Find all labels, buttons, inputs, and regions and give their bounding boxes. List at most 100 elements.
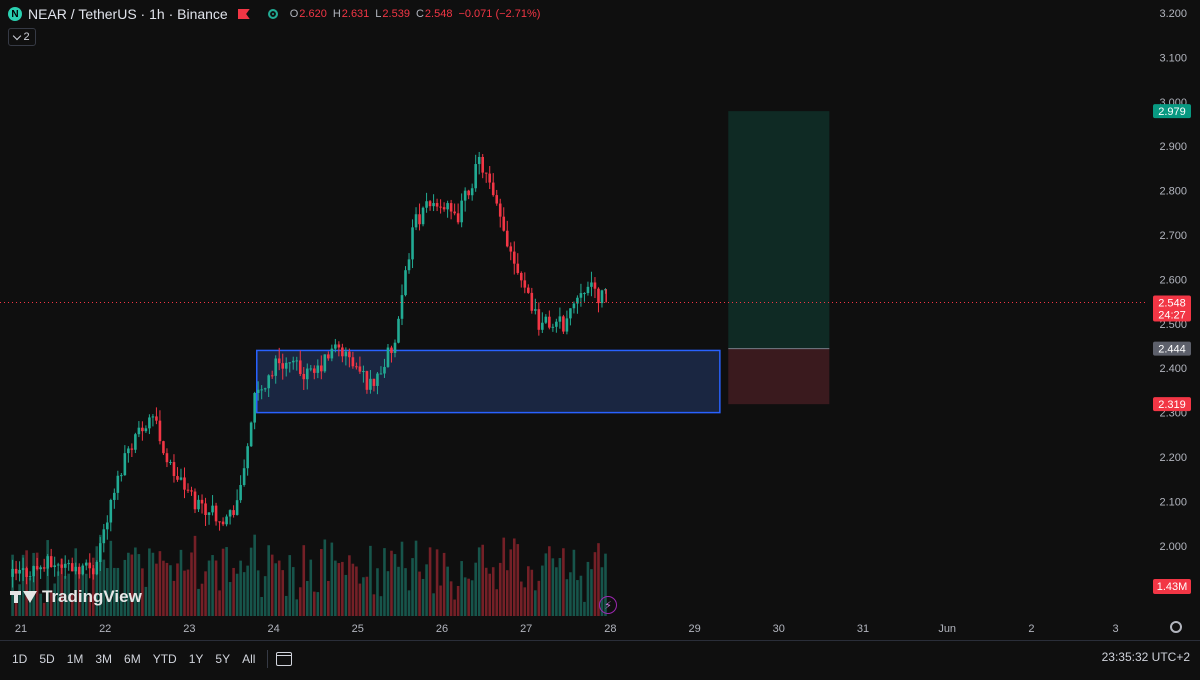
candle-body bbox=[305, 368, 309, 380]
candle-body bbox=[593, 282, 597, 289]
chart-pane[interactable]: 3.200 3.100 3.000 2.900 2.800 2.700 2.600 2.500… bbox=[0, 0, 1200, 675]
range-5d-button[interactable]: 5D bbox=[35, 652, 58, 666]
volume-bar bbox=[190, 552, 193, 616]
candle-body bbox=[397, 318, 400, 343]
volume-bar bbox=[316, 592, 320, 616]
volume-bar bbox=[155, 563, 158, 616]
volume-bar bbox=[558, 558, 562, 616]
candle-body bbox=[344, 351, 348, 357]
candle-body bbox=[193, 491, 197, 510]
symbol-title[interactable]: NEAR / TetherUS · 1h · Binance bbox=[28, 6, 228, 22]
candle-body bbox=[519, 272, 523, 281]
time-tick-label: 22 bbox=[99, 623, 111, 635]
symbol-header[interactable]: N NEAR / TetherUS · 1h · Binance O2.620 … bbox=[8, 6, 540, 22]
volume-bar bbox=[144, 586, 148, 616]
ohlc-values: O2.620 H2.631 L2.539 C2.548 −0.071 (−2.7… bbox=[290, 8, 541, 20]
candle-body bbox=[106, 522, 109, 530]
volume-bar bbox=[341, 561, 344, 616]
volume-bar bbox=[263, 576, 267, 616]
price-tick-label: 2.700 bbox=[1159, 230, 1187, 242]
candle-body bbox=[141, 427, 144, 432]
calendar-range-icon[interactable] bbox=[276, 651, 293, 666]
candle-body bbox=[372, 378, 376, 386]
candle-body bbox=[130, 448, 134, 450]
target-zone bbox=[728, 111, 830, 349]
volume-bar bbox=[351, 563, 355, 616]
time-tick-label: 27 bbox=[520, 623, 532, 635]
clock-display[interactable]: 23:35:32 UTC+2 bbox=[1102, 650, 1190, 664]
lightning-icon[interactable]: ⚡ bbox=[599, 596, 617, 614]
volume-bar bbox=[281, 570, 285, 616]
candle-body bbox=[523, 280, 527, 288]
gear-icon[interactable] bbox=[1170, 621, 1182, 633]
candle-body bbox=[109, 499, 113, 523]
candle-body bbox=[393, 342, 397, 353]
candle-body bbox=[35, 566, 39, 570]
volume-bar bbox=[260, 596, 263, 616]
candle-body bbox=[11, 568, 14, 577]
candle-body bbox=[277, 358, 281, 364]
candle-body bbox=[218, 521, 221, 523]
volume-bar bbox=[200, 583, 204, 616]
volume-bar bbox=[228, 582, 232, 616]
volume-bar bbox=[562, 548, 565, 616]
candle-body bbox=[562, 316, 565, 332]
candle-body bbox=[256, 389, 260, 393]
range-5y-button[interactable]: 5Y bbox=[211, 652, 234, 666]
tradingview-logo-icon bbox=[10, 589, 38, 605]
price-tags: 2.979 2.54824:27 2.444 2.319 1.43M bbox=[1153, 104, 1191, 594]
candle-body bbox=[190, 490, 193, 492]
candle-body bbox=[21, 568, 25, 570]
price-tick-label: 3.100 bbox=[1159, 52, 1187, 64]
volume-bar bbox=[509, 549, 513, 616]
volume-bar bbox=[474, 562, 477, 616]
candle-body bbox=[67, 563, 71, 565]
candle-body bbox=[221, 521, 225, 525]
candle-body bbox=[358, 366, 362, 372]
candle-body bbox=[134, 434, 137, 450]
volume-bar bbox=[172, 580, 176, 616]
time-tick-label: 23 bbox=[183, 623, 195, 635]
last-price-tag: 2.548 bbox=[1158, 297, 1186, 309]
candle-body bbox=[467, 190, 470, 196]
price-tick-label: 2.200 bbox=[1159, 452, 1187, 464]
range-6m-button[interactable]: 6M bbox=[120, 652, 145, 666]
candle-body bbox=[169, 462, 172, 464]
candle-body bbox=[355, 366, 358, 368]
volume-bar bbox=[390, 550, 393, 616]
price-axis[interactable]: 3.2003.1003.0002.9002.8002.7002.6002.500… bbox=[1159, 8, 1187, 553]
price-chart[interactable]: 3.2003.1003.0002.9002.8002.7002.6002.500… bbox=[0, 0, 1200, 675]
range-ytd-button[interactable]: YTD bbox=[149, 652, 181, 666]
candle-body bbox=[102, 529, 106, 544]
candle-body bbox=[421, 207, 425, 225]
flag-icon[interactable] bbox=[238, 9, 250, 19]
volume-bar bbox=[463, 577, 467, 616]
range-3m-button[interactable]: 3M bbox=[91, 652, 116, 666]
range-1m-button[interactable]: 1M bbox=[63, 652, 88, 666]
volume-bar bbox=[428, 547, 432, 616]
volume-bar bbox=[470, 580, 474, 616]
watermark-text: TradingView bbox=[42, 587, 142, 606]
volume-bar bbox=[397, 566, 400, 616]
candle-body bbox=[460, 200, 463, 223]
candle-body bbox=[214, 505, 218, 522]
candle-body bbox=[320, 365, 323, 372]
drawing-zones[interactable] bbox=[256, 111, 830, 414]
candle-body bbox=[284, 362, 288, 369]
candle-body bbox=[477, 156, 481, 165]
range-1y-button[interactable]: 1Y bbox=[185, 652, 208, 666]
range-1d-button[interactable]: 1D bbox=[8, 652, 31, 666]
range-all-button[interactable]: All bbox=[238, 652, 259, 666]
candle-body bbox=[527, 287, 530, 293]
candle-body bbox=[246, 446, 249, 469]
tradingview-watermark[interactable]: TradingView bbox=[10, 587, 142, 607]
volume-bar bbox=[372, 594, 376, 616]
candle-body bbox=[81, 565, 85, 575]
candle-body bbox=[488, 173, 492, 183]
candle-body bbox=[123, 453, 127, 476]
indicators-toggle-button[interactable]: 2 bbox=[8, 28, 36, 46]
volume-bar bbox=[179, 549, 183, 616]
candle-body bbox=[502, 216, 506, 231]
time-axis[interactable]: 21 22 23 24 25 26 27 28 29 30 31 Jun 2 3 bbox=[15, 623, 1119, 635]
volume-bar bbox=[330, 542, 334, 616]
